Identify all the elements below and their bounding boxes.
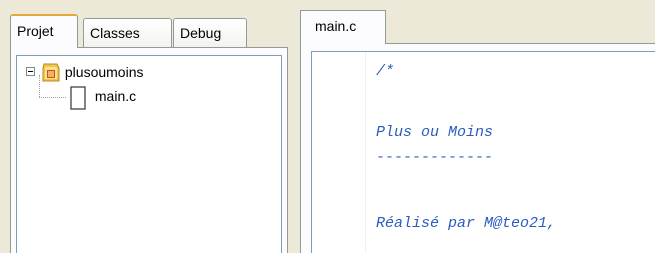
- tree-connector: [39, 97, 66, 98]
- tree-item-file[interactable]: main.c: [69, 86, 136, 110]
- tree-item-label: main.c: [94, 88, 137, 104]
- code-line: -------------: [376, 149, 494, 166]
- editor-frame: /* Plus ou Moins ------------- Réalisé p…: [300, 43, 655, 253]
- tree-item-project[interactable]: plusoumoins: [41, 62, 144, 84]
- code-line: Réalisé par M@teo21,: [376, 215, 557, 232]
- project-tree: plusoumoins main.c: [16, 55, 282, 253]
- panel-splitter[interactable]: [288, 0, 298, 253]
- tree-item-label: plusoumoins: [64, 64, 144, 80]
- code-editor[interactable]: /* Plus ou Moins ------------- Réalisé p…: [311, 51, 655, 253]
- project-folder-icon: [42, 63, 60, 82]
- tab-main-c[interactable]: main.c: [300, 10, 386, 44]
- editor-tabs: main.c: [300, 10, 655, 44]
- tab-classes[interactable]: Classes: [83, 18, 172, 47]
- code-line: Plus ou Moins: [376, 124, 494, 141]
- tab-debug[interactable]: Debug: [173, 18, 247, 47]
- line-gutter: [312, 52, 366, 253]
- project-panel: plusoumoins main.c: [10, 47, 288, 253]
- tree-connector: [39, 75, 40, 97]
- collapse-icon[interactable]: [26, 67, 35, 76]
- tab-projet[interactable]: Projet: [10, 14, 78, 48]
- file-icon: [70, 86, 86, 110]
- code-line: /*: [376, 63, 395, 80]
